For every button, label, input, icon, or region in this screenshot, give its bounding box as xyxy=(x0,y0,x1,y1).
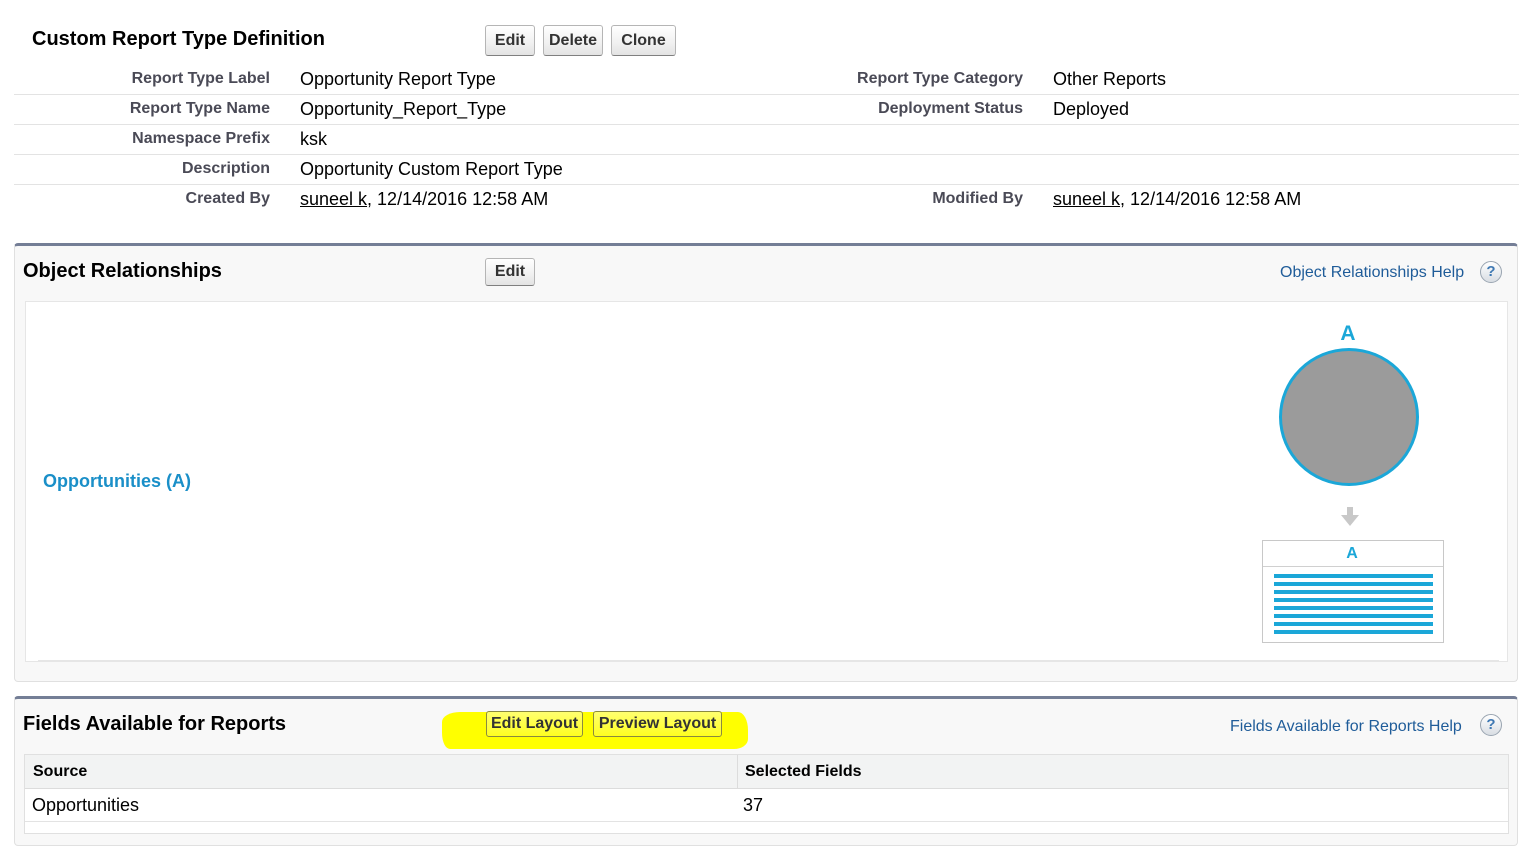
deployment-status-value: Deployed xyxy=(1053,99,1130,119)
preview-layout-button[interactable]: Preview Layout xyxy=(593,711,722,737)
namespace-prefix-label: Namespace Prefix xyxy=(132,130,270,147)
arrow-down-icon xyxy=(1341,507,1359,532)
edit-layout-button[interactable]: Edit Layout xyxy=(486,711,583,737)
report-type-name-value: Opportunity_Report_Type xyxy=(300,99,507,119)
table-stripe xyxy=(1274,622,1433,626)
row-divider xyxy=(14,124,1519,125)
opportunities-object-link[interactable]: Opportunities (A) xyxy=(43,471,191,492)
table-letter: A xyxy=(1346,545,1358,562)
row-divider xyxy=(14,154,1519,155)
report-type-name-label: Report Type Name xyxy=(129,100,270,117)
object-letter: A xyxy=(1340,322,1356,345)
table-header-divider xyxy=(1263,566,1443,567)
report-type-label-label: Report Type Label xyxy=(131,70,270,87)
row-source: Opportunities xyxy=(32,795,140,815)
created-by-value: suneel k, 12/14/2016 12:58 AM xyxy=(300,189,548,210)
deployment-status-label: Deployment Status xyxy=(878,100,1023,117)
description-value: Opportunity Custom Report Type xyxy=(300,159,563,179)
modified-by-user-link[interactable]: suneel k xyxy=(1053,189,1120,209)
created-by-label: Created By xyxy=(185,190,270,207)
edit-button[interactable]: Edit xyxy=(485,25,535,56)
fields-table: Source Selected Fields Opportunities 37 xyxy=(24,754,1509,834)
relationships-edit-button[interactable]: Edit xyxy=(485,258,535,286)
column-divider xyxy=(737,755,738,788)
object-relationships-title: Object Relationships xyxy=(23,260,222,282)
table-stripe xyxy=(1274,582,1433,586)
panel-divider xyxy=(38,660,1499,661)
object-relationships-help-link[interactable]: Object Relationships Help xyxy=(1280,264,1464,282)
table-row: Opportunities 37 xyxy=(25,789,1508,822)
report-type-category-label: Report Type Category xyxy=(857,70,1023,87)
table-stripe xyxy=(1274,574,1433,578)
delete-button[interactable]: Delete xyxy=(543,25,603,56)
table-stripe xyxy=(1274,614,1433,618)
row-divider xyxy=(14,94,1519,95)
column-header-selected-fields: Selected Fields xyxy=(745,763,862,780)
table-stripe xyxy=(1274,590,1433,594)
help-icon[interactable]: ? xyxy=(1480,261,1502,283)
table-stripe xyxy=(1274,630,1433,634)
table-stripe xyxy=(1274,606,1433,610)
column-header-source: Source xyxy=(33,763,88,780)
help-icon[interactable]: ? xyxy=(1480,714,1502,736)
object-circle xyxy=(1279,348,1419,486)
modified-by-label: Modified By xyxy=(932,190,1023,207)
row-divider xyxy=(14,184,1519,185)
modified-by-value: suneel k, 12/14/2016 12:58 AM xyxy=(1053,189,1301,210)
fields-available-help-link[interactable]: Fields Available for Reports Help xyxy=(1230,718,1462,736)
row-selected-fields: 37 xyxy=(743,795,764,815)
created-by-user-link[interactable]: suneel k xyxy=(300,189,367,209)
page-title: Custom Report Type Definition xyxy=(32,28,325,50)
description-label: Description xyxy=(181,160,270,177)
clone-button[interactable]: Clone xyxy=(611,25,676,56)
report-type-label-value: Opportunity Report Type xyxy=(300,69,496,89)
namespace-prefix-value: ksk xyxy=(300,129,327,149)
table-stripe xyxy=(1274,598,1433,602)
created-by-date: , 12/14/2016 12:58 AM xyxy=(367,189,549,209)
modified-by-date: , 12/14/2016 12:58 AM xyxy=(1120,189,1302,209)
report-type-category-value: Other Reports xyxy=(1053,69,1167,89)
fields-available-title: Fields Available for Reports xyxy=(23,713,287,735)
